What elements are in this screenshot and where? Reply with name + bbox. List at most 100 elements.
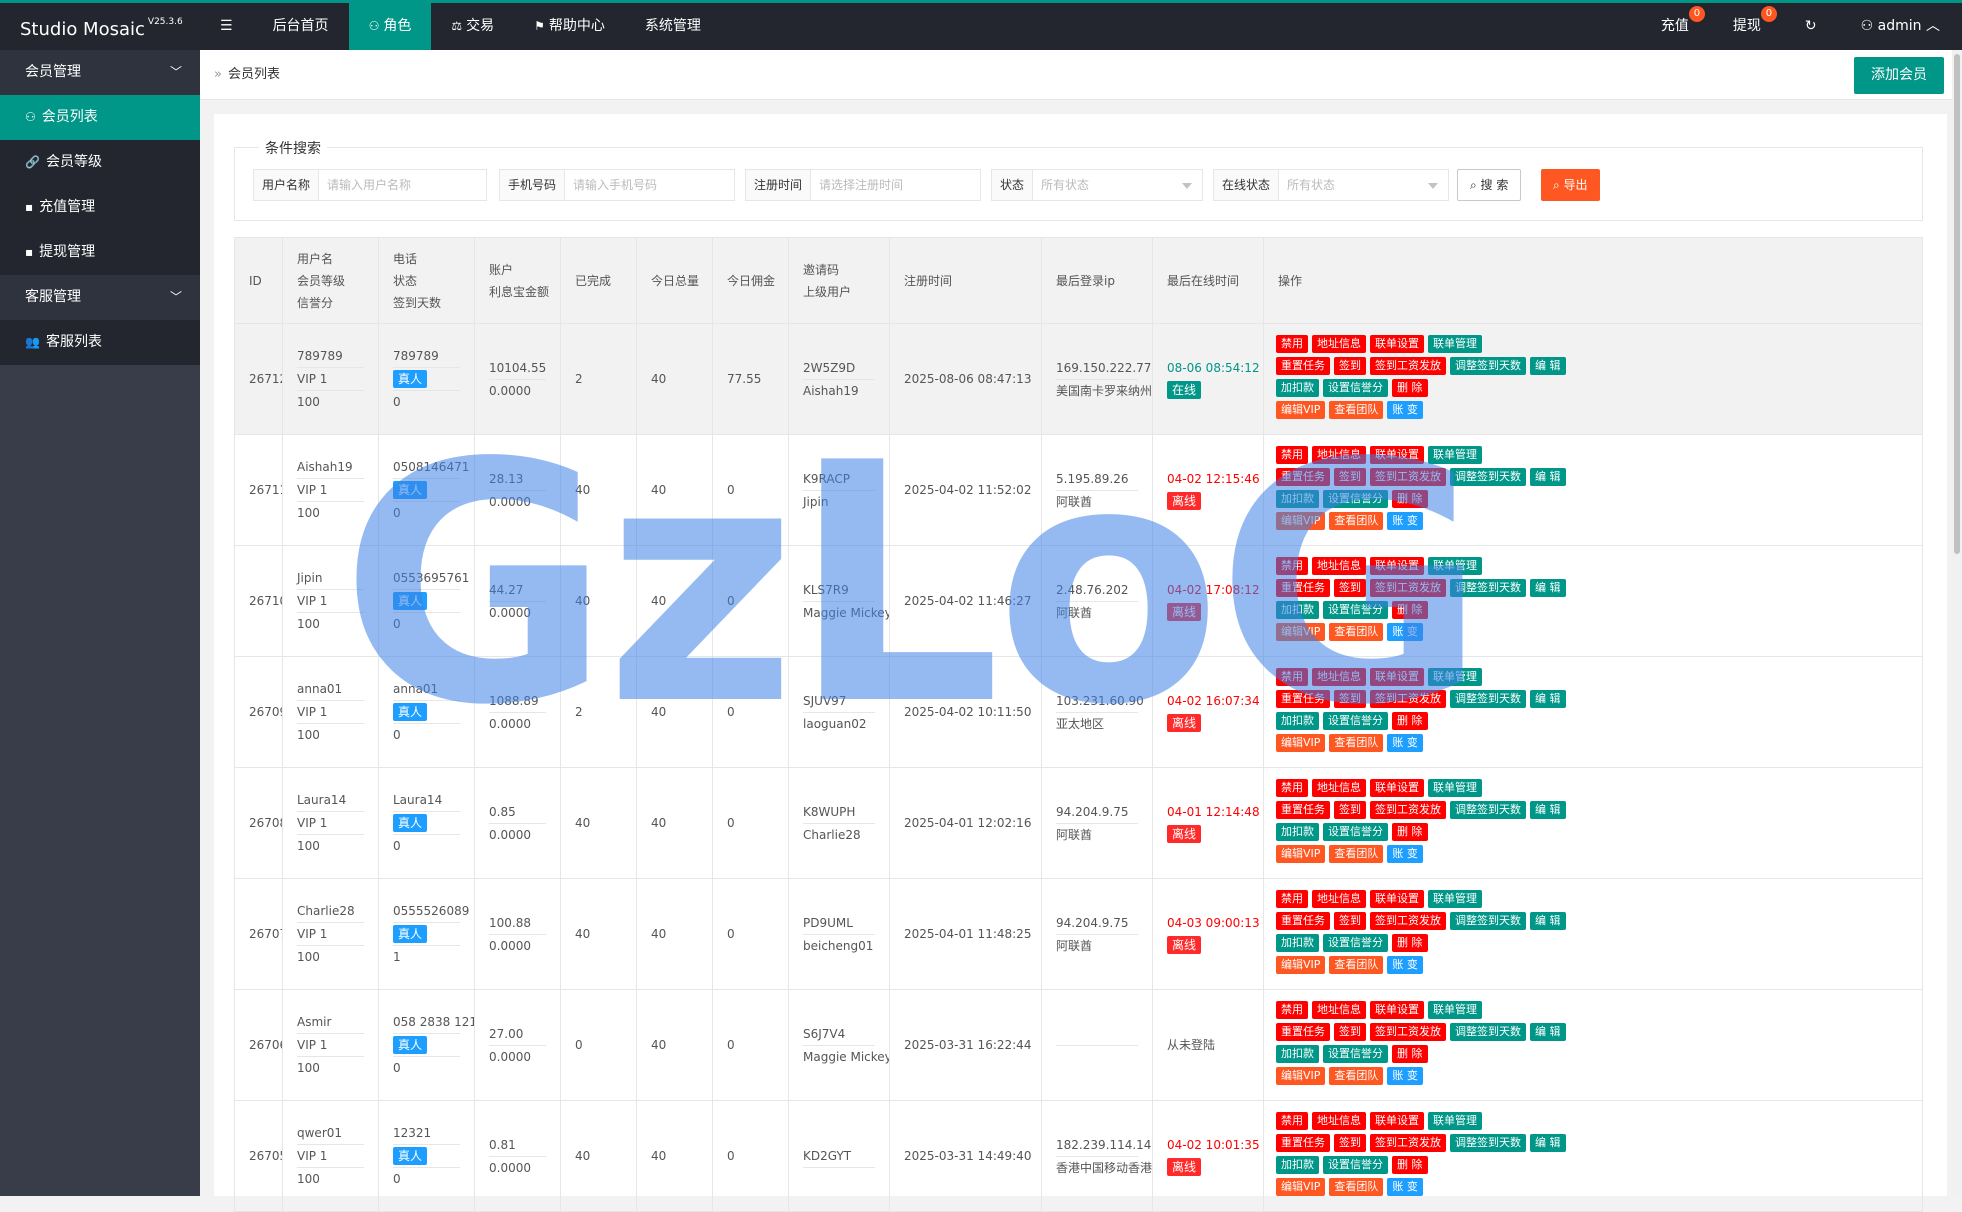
op-addr-button[interactable]: 地址信息 — [1312, 335, 1366, 353]
sidebar-item-member-list[interactable]: ⚇ 会员列表 — [0, 95, 200, 140]
op-sign-pay-button[interactable]: 签到工资发放 — [1370, 912, 1446, 930]
op-sign-button[interactable]: 签到 — [1334, 1134, 1366, 1152]
op-order-mgr-button[interactable]: 联单管理 — [1428, 668, 1482, 686]
op-order-set-button[interactable]: 联单设置 — [1370, 557, 1424, 575]
op-edit-button[interactable]: 编 辑 — [1530, 690, 1566, 708]
op-reset-button[interactable]: 重置任务 — [1276, 1023, 1330, 1041]
op-change-button[interactable]: 账 变 — [1387, 1067, 1423, 1085]
op-credit-button[interactable]: 设置信誉分 — [1323, 379, 1388, 397]
op-sign-button[interactable]: 签到 — [1334, 912, 1366, 930]
op-adjust-button[interactable]: 调整签到天数 — [1450, 690, 1526, 708]
op-order-set-button[interactable]: 联单设置 — [1370, 1001, 1424, 1019]
op-change-button[interactable]: 账 变 — [1387, 512, 1423, 530]
phone-input[interactable]: 请输入手机号码 — [565, 170, 734, 200]
op-adjust-button[interactable]: 调整签到天数 — [1450, 1134, 1526, 1152]
nav-trade[interactable]: ⚖ 交易 — [431, 3, 514, 50]
op-add-money-button[interactable]: 加扣款 — [1276, 379, 1319, 397]
op-order-mgr-button[interactable]: 联单管理 — [1428, 1112, 1482, 1130]
sidebar-item-service-list[interactable]: 👥 客服列表 — [0, 320, 200, 365]
op-addr-button[interactable]: 地址信息 — [1312, 668, 1366, 686]
op-addr-button[interactable]: 地址信息 — [1312, 557, 1366, 575]
op-sign-pay-button[interactable]: 签到工资发放 — [1370, 1023, 1446, 1041]
op-edit-button[interactable]: 编 辑 — [1530, 1023, 1566, 1041]
op-credit-button[interactable]: 设置信誉分 — [1323, 1045, 1388, 1063]
op-edit-button[interactable]: 编 辑 — [1530, 912, 1566, 930]
op-change-button[interactable]: 账 变 — [1387, 623, 1423, 641]
op-order-mgr-button[interactable]: 联单管理 — [1428, 890, 1482, 908]
op-reset-button[interactable]: 重置任务 — [1276, 357, 1330, 375]
op-vip-button[interactable]: 编辑VIP — [1276, 845, 1326, 863]
op-ban-button[interactable]: 禁用 — [1276, 1112, 1308, 1130]
op-credit-button[interactable]: 设置信誉分 — [1323, 490, 1388, 508]
op-sign-pay-button[interactable]: 签到工资发放 — [1370, 690, 1446, 708]
op-del-button[interactable]: 删 除 — [1392, 601, 1428, 619]
op-del-button[interactable]: 删 除 — [1392, 934, 1428, 952]
op-addr-button[interactable]: 地址信息 — [1312, 890, 1366, 908]
op-del-button[interactable]: 删 除 — [1392, 379, 1428, 397]
op-edit-button[interactable]: 编 辑 — [1530, 1134, 1566, 1152]
search-button[interactable]: ⌕ 搜 索 — [1457, 169, 1522, 201]
op-adjust-button[interactable]: 调整签到天数 — [1450, 1023, 1526, 1041]
op-reset-button[interactable]: 重置任务 — [1276, 579, 1330, 597]
op-reset-button[interactable]: 重置任务 — [1276, 690, 1330, 708]
online-select[interactable]: 所有状态 — [1279, 170, 1448, 200]
op-edit-button[interactable]: 编 辑 — [1530, 357, 1566, 375]
add-member-button[interactable]: 添加会员 — [1854, 57, 1944, 94]
op-sign-button[interactable]: 签到 — [1334, 468, 1366, 486]
op-sign-pay-button[interactable]: 签到工资发放 — [1370, 468, 1446, 486]
op-vip-button[interactable]: 编辑VIP — [1276, 1067, 1326, 1085]
op-ban-button[interactable]: 禁用 — [1276, 557, 1308, 575]
op-add-money-button[interactable]: 加扣款 — [1276, 1156, 1319, 1174]
op-add-money-button[interactable]: 加扣款 — [1276, 601, 1319, 619]
op-ban-button[interactable]: 禁用 — [1276, 335, 1308, 353]
op-del-button[interactable]: 删 除 — [1392, 1045, 1428, 1063]
scrollbar-thumb[interactable] — [1954, 54, 1960, 554]
op-adjust-button[interactable]: 调整签到天数 — [1450, 579, 1526, 597]
op-ban-button[interactable]: 禁用 — [1276, 446, 1308, 464]
sidebar-item-withdraw[interactable]: ▪ 提现管理 — [0, 230, 200, 275]
op-edit-button[interactable]: 编 辑 — [1530, 579, 1566, 597]
op-credit-button[interactable]: 设置信誉分 — [1323, 601, 1388, 619]
op-change-button[interactable]: 账 变 — [1387, 1178, 1423, 1196]
page-scrollbar[interactable] — [1952, 50, 1962, 1196]
op-team-button[interactable]: 查看团队 — [1329, 734, 1384, 752]
op-sign-button[interactable]: 签到 — [1334, 1023, 1366, 1041]
op-sign-pay-button[interactable]: 签到工资发放 — [1370, 801, 1446, 819]
op-order-mgr-button[interactable]: 联单管理 — [1428, 1001, 1482, 1019]
op-vip-button[interactable]: 编辑VIP — [1276, 734, 1326, 752]
nav-system[interactable]: 系统管理 — [625, 3, 721, 50]
op-order-mgr-button[interactable]: 联单管理 — [1428, 779, 1482, 797]
op-adjust-button[interactable]: 调整签到天数 — [1450, 357, 1526, 375]
op-del-button[interactable]: 删 除 — [1392, 1156, 1428, 1174]
username-input[interactable]: 请输入用户名称 — [319, 170, 486, 200]
op-order-mgr-button[interactable]: 联单管理 — [1428, 446, 1482, 464]
op-ban-button[interactable]: 禁用 — [1276, 1001, 1308, 1019]
op-ban-button[interactable]: 禁用 — [1276, 668, 1308, 686]
op-team-button[interactable]: 查看团队 — [1329, 956, 1384, 974]
op-del-button[interactable]: 删 除 — [1392, 823, 1428, 841]
op-order-set-button[interactable]: 联单设置 — [1370, 779, 1424, 797]
op-add-money-button[interactable]: 加扣款 — [1276, 490, 1319, 508]
menu-toggle-icon[interactable]: ☰ — [200, 3, 253, 50]
op-vip-button[interactable]: 编辑VIP — [1276, 623, 1326, 641]
op-del-button[interactable]: 删 除 — [1392, 712, 1428, 730]
op-credit-button[interactable]: 设置信誉分 — [1323, 712, 1388, 730]
op-edit-button[interactable]: 编 辑 — [1530, 801, 1566, 819]
op-change-button[interactable]: 账 变 — [1387, 401, 1423, 419]
op-sign-pay-button[interactable]: 签到工资发放 — [1370, 1134, 1446, 1152]
op-adjust-button[interactable]: 调整签到天数 — [1450, 801, 1526, 819]
op-addr-button[interactable]: 地址信息 — [1312, 1001, 1366, 1019]
op-vip-button[interactable]: 编辑VIP — [1276, 1178, 1326, 1196]
op-team-button[interactable]: 查看团队 — [1329, 401, 1384, 419]
op-vip-button[interactable]: 编辑VIP — [1276, 512, 1326, 530]
op-addr-button[interactable]: 地址信息 — [1312, 446, 1366, 464]
op-sign-button[interactable]: 签到 — [1334, 357, 1366, 375]
op-team-button[interactable]: 查看团队 — [1329, 623, 1384, 641]
regtime-input[interactable]: 请选择注册时间 — [811, 170, 980, 200]
op-add-money-button[interactable]: 加扣款 — [1276, 823, 1319, 841]
op-sign-pay-button[interactable]: 签到工资发放 — [1370, 357, 1446, 375]
export-button[interactable]: ⌕ 导出 — [1541, 169, 1600, 201]
op-order-mgr-button[interactable]: 联单管理 — [1428, 335, 1482, 353]
op-order-mgr-button[interactable]: 联单管理 — [1428, 557, 1482, 575]
op-edit-button[interactable]: 编 辑 — [1530, 468, 1566, 486]
